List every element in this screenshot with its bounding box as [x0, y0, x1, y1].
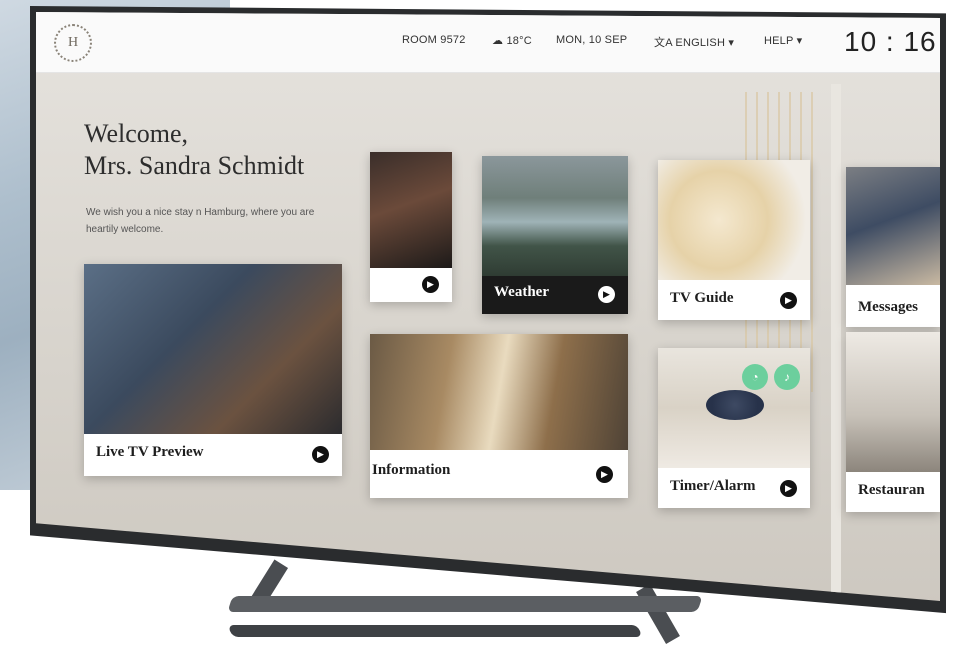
tile-restaurant[interactable]: Restauran [846, 332, 940, 512]
tv-stand-base [227, 625, 643, 637]
tile-label: Restauran [858, 482, 925, 498]
messages-image [846, 167, 940, 285]
tile-label: Live TV Preview [96, 444, 204, 460]
live-tv-image [84, 264, 342, 434]
tile-label: Timer/Alarm [670, 478, 756, 494]
language-label: ENGLISH ▾ [675, 37, 735, 49]
clock: 10 : 16 [844, 26, 937, 57]
arrow-right-icon[interactable]: ▶ [422, 276, 439, 293]
tile-information[interactable]: Information ▶ [370, 334, 628, 498]
tile-phone[interactable]: ▶ [370, 152, 452, 302]
arrow-right-icon[interactable]: ▶ [780, 292, 797, 309]
weather-status: ☁ 18°C [492, 34, 532, 47]
cloud-icon: ☁ [492, 35, 504, 47]
welcome-subtitle: We wish you a nice stay n Hamburg, where… [86, 207, 315, 235]
pillow-knot [706, 390, 764, 420]
tile-tv-guide[interactable]: TV Guide ▶ [658, 160, 810, 320]
top-bar: H ROOM 9572 ☁ 18°C MON, 10 SEP 文A ENGLIS… [36, 12, 940, 73]
tv-screen: H ROOM 9572 ☁ 18°C MON, 10 SEP 文A ENGLIS… [36, 12, 940, 602]
restaurant-image [846, 332, 940, 472]
tv-stand-leg-right [636, 584, 680, 644]
lobby-image [370, 334, 628, 450]
logo-letter: H [67, 35, 79, 50]
phone-image [370, 152, 452, 268]
room-number: ROOM 9572 [402, 34, 466, 46]
help-menu[interactable]: HELP ▾ [764, 34, 802, 47]
tile-weather[interactable]: Weather ▶ [482, 156, 628, 314]
tile-label: Messages [858, 299, 918, 315]
tile-live-tv[interactable]: Live TV Preview ▶ [84, 264, 342, 476]
arrow-right-icon[interactable]: ▶ [312, 446, 329, 463]
date-display: MON, 10 SEP [556, 34, 628, 46]
tile-label: TV Guide [670, 290, 734, 306]
language-selector[interactable]: 文A ENGLISH ▾ [654, 34, 734, 50]
tv-stand-bar [227, 596, 703, 612]
weather-temp: 18°C [506, 35, 532, 47]
bell-icon: ♪ [774, 364, 800, 390]
hotel-logo: H [54, 24, 92, 62]
weather-image [482, 156, 628, 276]
welcome-line-1: Welcome, [84, 119, 189, 148]
welcome-heading: Welcome, Mrs. Sandra Schmidt [84, 118, 304, 182]
arrow-right-icon[interactable]: ▶ [780, 480, 797, 497]
tile-messages[interactable]: Messages [846, 167, 940, 327]
popcorn-image [658, 160, 810, 280]
translate-icon: 文A [654, 37, 673, 49]
tile-timer-alarm[interactable]: ◔ ♪ Timer/Alarm ▶ [658, 348, 810, 508]
guest-name: Mrs. Sandra Schmidt [84, 151, 305, 180]
window-frame [831, 84, 841, 602]
tile-label: Weather [494, 284, 549, 300]
tile-label: Information [372, 462, 451, 478]
arrow-right-icon[interactable]: ▶ [596, 466, 613, 483]
arrow-right-icon[interactable]: ▶ [598, 286, 615, 303]
timer-icon: ◔ [742, 364, 768, 390]
